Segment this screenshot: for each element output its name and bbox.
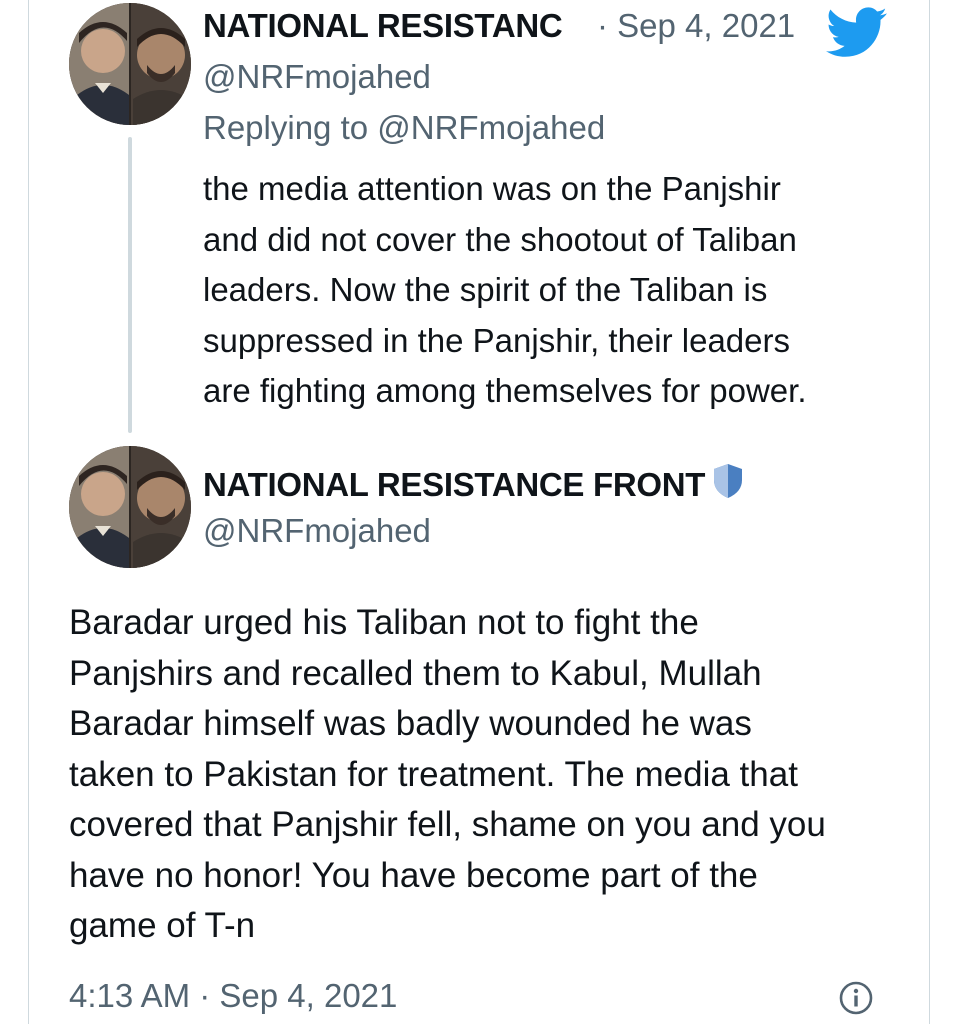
author-handle[interactable]: @NRFmojahed xyxy=(203,58,431,96)
shield-icon xyxy=(714,464,743,498)
info-icon[interactable] xyxy=(839,981,873,1015)
frame-left-border xyxy=(28,0,29,1024)
twitter-bird-icon xyxy=(826,7,887,57)
replying-to: Replying to @NRFmojahed xyxy=(203,109,605,147)
avatar-image xyxy=(69,3,191,125)
replying-to-handle-link[interactable]: @NRFmojahed xyxy=(377,109,605,146)
author-name[interactable]: NATIONAL RESISTANCE FRONT xyxy=(203,466,705,503)
reply-tweet-text: the media attention was on the Panjshir … xyxy=(203,170,807,409)
author-handle[interactable]: @NRFmojahed xyxy=(203,512,431,550)
main-tweet-text: Baradar urged his Taliban not to fight t… xyxy=(69,603,826,945)
tweet-timestamp[interactable]: 4:13 AM · Sep 4, 2021 xyxy=(69,977,397,1015)
avatar[interactable] xyxy=(69,446,191,568)
frame-right-border xyxy=(929,0,930,1024)
tweet-date[interactable]: · Sep 4, 2021 xyxy=(597,7,795,45)
author-name-row[interactable]: NATIONAL RESISTANCE FRONT xyxy=(203,462,745,504)
avatar[interactable] xyxy=(69,3,191,125)
thread-connector-line xyxy=(128,137,132,433)
avatar-image xyxy=(69,446,191,568)
author-name[interactable]: NATIONAL RESISTANC xyxy=(203,7,563,45)
replying-to-prefix: Replying to xyxy=(203,109,378,146)
